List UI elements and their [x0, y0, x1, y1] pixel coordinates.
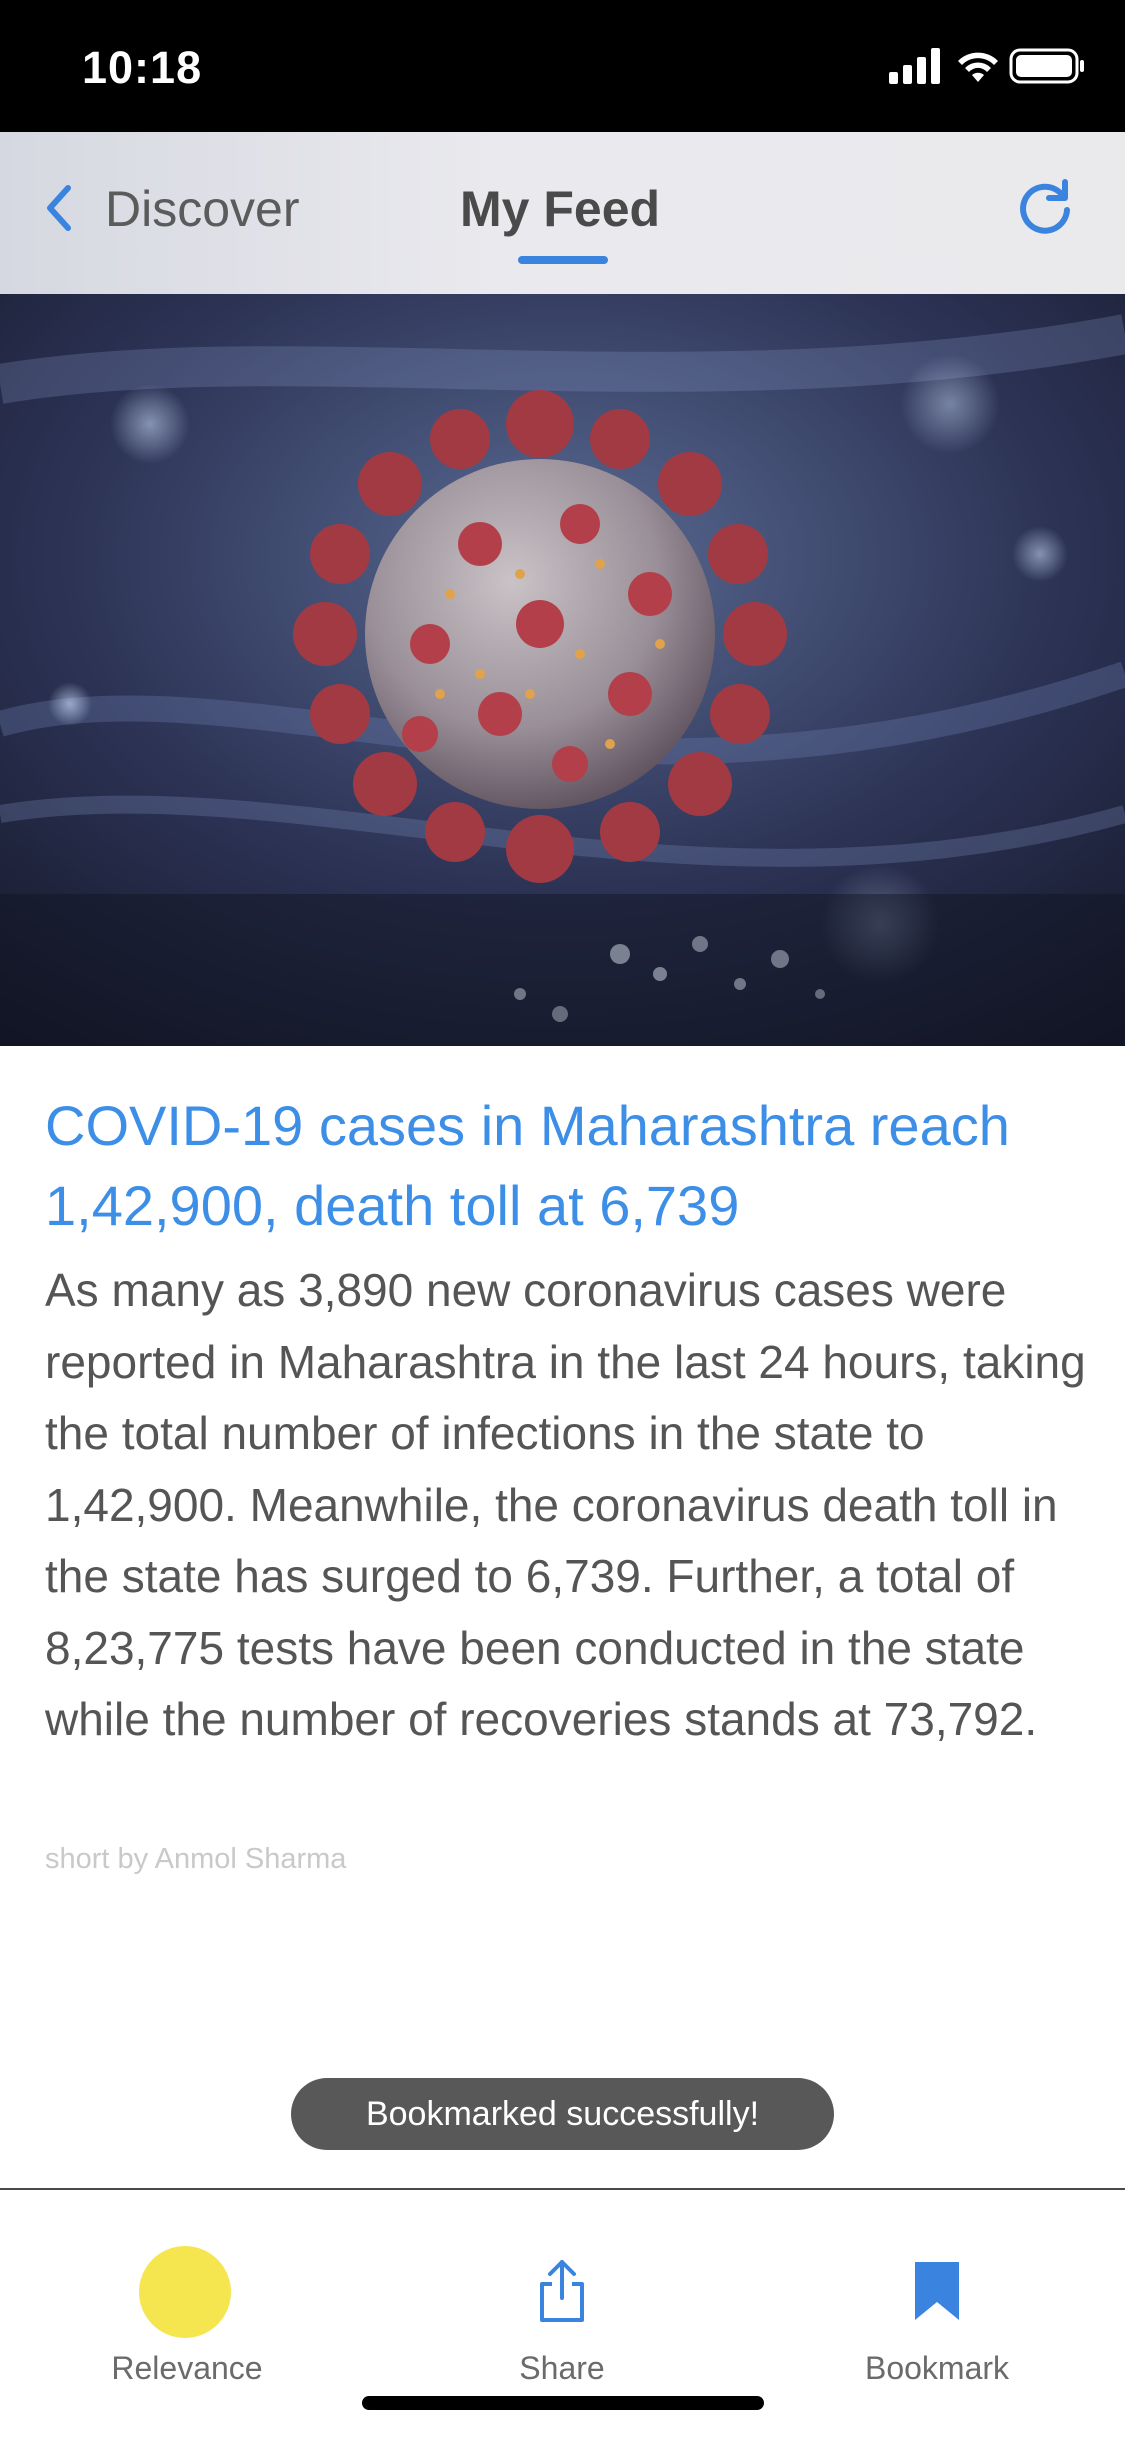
battery-icon	[1009, 48, 1084, 84]
nav-header: Discover My Feed	[0, 132, 1125, 294]
article-image	[0, 294, 1125, 1046]
wifi-icon	[958, 52, 998, 82]
bookmark-label: Bookmark	[864, 2350, 1010, 2386]
relevance-button[interactable]: Relevance	[57, 2190, 317, 2438]
article-byline: short by Anmol Sharma	[45, 1843, 347, 1875]
bookmark-icon	[915, 2262, 959, 2320]
cellular-signal-icon	[889, 48, 940, 84]
refresh-icon[interactable]	[1013, 174, 1077, 238]
relevance-label: Relevance	[111, 2350, 263, 2386]
chevron-left-icon[interactable]	[40, 182, 76, 234]
tab-my-feed[interactable]: My Feed	[460, 180, 660, 238]
home-indicator[interactable]	[362, 2396, 764, 2410]
relevance-indicator	[139, 2246, 231, 2338]
status-bar: 10:18	[0, 0, 1125, 132]
article-body: As many as 3,890 new coronavirus cases w…	[45, 1264, 1086, 1745]
active-tab-indicator	[518, 256, 608, 264]
status-time: 10:18	[82, 42, 203, 93]
discover-back-button[interactable]: Discover	[105, 180, 299, 238]
article-headline[interactable]: COVID-19 cases in Maharashtra reach 1,42…	[45, 1086, 1085, 1246]
share-label: Share	[519, 2350, 605, 2386]
coronavirus-illustration	[0, 294, 1125, 1046]
share-icon	[540, 2260, 584, 2322]
bookmark-toast: Bookmarked successfully!	[291, 2078, 834, 2150]
bookmark-button[interactable]: Bookmark	[807, 2190, 1067, 2438]
